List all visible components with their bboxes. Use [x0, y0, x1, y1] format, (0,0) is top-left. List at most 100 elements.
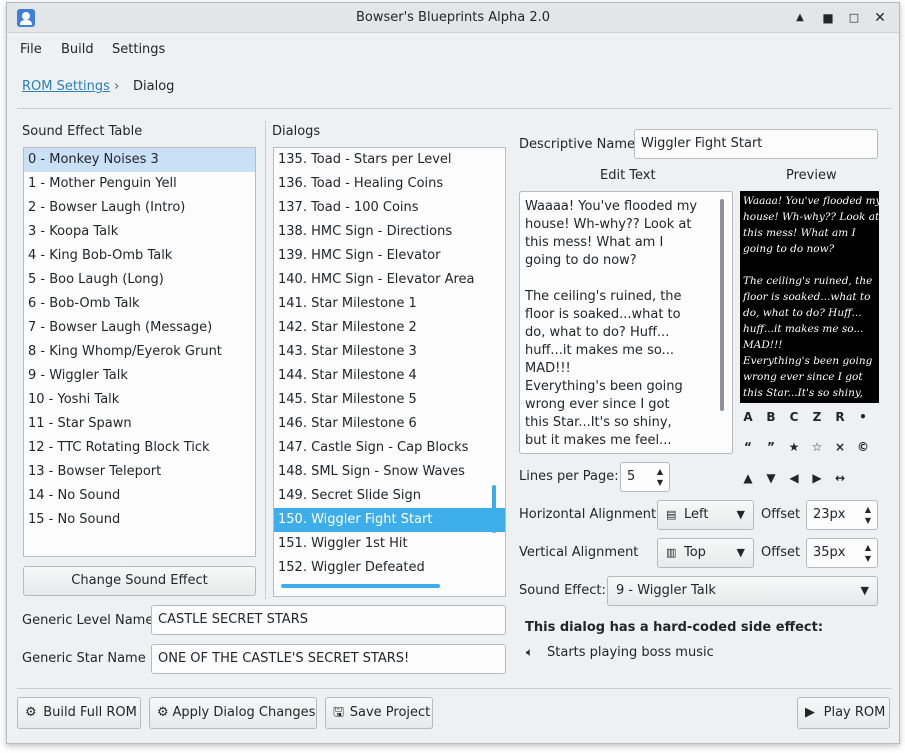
play-rom-label: Play ROM [823, 705, 886, 720]
insert-symbol-button[interactable]: © [853, 440, 873, 454]
horizontal-alignment-combo[interactable]: ▤ Left ▼ [657, 500, 754, 530]
sound-effect-list-item[interactable]: 7 - Bowser Laugh (Message) [24, 316, 255, 340]
sound-effect-list-item[interactable]: 5 - Boo Laugh (Long) [24, 268, 255, 292]
insert-symbol-button[interactable]: ” [761, 440, 781, 454]
dialog-list-item[interactable]: 145. Star Milestone 5 [274, 388, 505, 412]
insert-symbol-button[interactable]: C [784, 410, 804, 424]
generic-star-name-label: Generic Star Name [22, 651, 146, 666]
sound-effect-list-item[interactable]: 1 - Mother Penguin Yell [24, 172, 255, 196]
preview-line: huff...it makes me so... [743, 323, 864, 335]
save-project-button[interactable]: 🖫︎ Save Project [325, 697, 433, 729]
dialog-list-item[interactable]: 136. Toad - Healing Coins [274, 172, 505, 196]
sound-effect-list-item[interactable]: 0 - Monkey Noises 3 [24, 148, 255, 172]
dialog-list-item[interactable]: 147. Castle Sign - Cap Blocks [274, 436, 505, 460]
play-icon: ▶ [805, 705, 815, 720]
edit-text-area[interactable]: Waaaa! You've flooded my house! Wh-why?? … [519, 191, 733, 454]
generic-level-name-label: Generic Level Name [22, 613, 154, 628]
insert-symbol-button[interactable]: • [853, 410, 873, 424]
edit-text-label: Edit Text [600, 168, 656, 183]
restore-icon[interactable]: ■ [819, 9, 837, 27]
generic-star-name-input[interactable]: ONE OF THE CASTLE'S SECRET STARS! [151, 644, 506, 674]
spin-up-icon[interactable]: ▲ [655, 467, 665, 477]
edit-text-line: MAD!!! [525, 361, 571, 376]
insert-symbol-button[interactable]: Z [807, 410, 827, 424]
menu-file[interactable]: File [20, 42, 42, 57]
sound-effect-list-item[interactable]: 9 - Wiggler Talk [24, 364, 255, 388]
dialog-list-item[interactable]: 148. SML Sign - Snow Waves [274, 460, 505, 484]
build-full-rom-button[interactable]: ⚙ Build Full ROM [17, 697, 141, 729]
dialog-list-item[interactable]: 138. HMC Sign - Directions [274, 220, 505, 244]
v-offset-spinbox[interactable]: 35px ▲ ▼ [806, 538, 878, 568]
sound-effect-list-item[interactable]: 6 - Bob-Omb Talk [24, 292, 255, 316]
h-offset-value: 23px [813, 507, 846, 522]
dialog-list-item[interactable]: 144. Star Milestone 4 [274, 364, 505, 388]
horizontal-alignment-label: Horizontal Alignment [519, 507, 657, 522]
insert-symbol-button[interactable]: ↔ [830, 471, 850, 485]
sound-effect-combo[interactable]: 9 - Wiggler Talk ▼ [607, 576, 878, 606]
spin-down-icon[interactable]: ▼ [863, 516, 873, 526]
sound-effect-list-item[interactable]: 12 - TTC Rotating Block Tick [24, 436, 255, 460]
descriptive-name-input[interactable]: Wiggler Fight Start [634, 129, 878, 159]
insert-symbol-button[interactable]: ☆ [807, 440, 827, 454]
spin-down-icon[interactable]: ▼ [863, 554, 873, 564]
dialog-list-item[interactable]: 139. HMC Sign - Elevator [274, 244, 505, 268]
main-window: Bowser's Blueprints Alpha 2.0 ▲ ■ □ ✕ Fi… [6, 2, 900, 744]
menu-settings[interactable]: Settings [112, 42, 165, 57]
dialog-list-item[interactable]: 149. Secret Slide Sign [274, 484, 505, 508]
insert-symbol-button[interactable]: B [761, 410, 781, 424]
insert-symbol-button[interactable]: R [830, 410, 850, 424]
side-effect-heading: This dialog has a hard-coded side effect… [525, 620, 824, 635]
lines-per-page-spinbox[interactable]: 5 ▲ ▼ [620, 462, 670, 492]
dialog-list-item[interactable]: 143. Star Milestone 3 [274, 340, 505, 364]
insert-symbol-button[interactable]: ◀ [784, 471, 804, 485]
dialog-list-item[interactable]: 135. Toad - Stars per Level [274, 148, 505, 172]
maximize-icon[interactable]: □ [845, 9, 863, 27]
dialog-list-item[interactable]: 152. Wiggler Defeated [274, 556, 505, 580]
dialog-list[interactable]: 135. Toad - Stars per Level 136. Toad - H… [273, 147, 506, 597]
insert-symbol-button[interactable]: ★ [784, 440, 804, 454]
close-icon[interactable]: ✕ [871, 9, 889, 27]
sound-effect-list-item[interactable]: 14 - No Sound [24, 484, 255, 508]
sound-effect-list-item[interactable]: 3 - Koopa Talk [24, 220, 255, 244]
generic-level-name-input[interactable]: CASTLE SECRET STARS [151, 605, 506, 635]
dialog-list-item[interactable]: 137. Toad - 100 Coins [274, 196, 505, 220]
play-rom-button[interactable]: ▶ Play ROM [797, 697, 890, 729]
change-sound-effect-button[interactable]: Change Sound Effect [23, 566, 256, 596]
menu-build[interactable]: Build [61, 42, 94, 57]
sound-effect-list-item[interactable]: 10 - Yoshi Talk [24, 388, 255, 412]
splitter-handle[interactable] [265, 121, 266, 599]
dialog-list-item[interactable]: 150. Wiggler Fight Start [274, 508, 505, 532]
h-offset-spinbox[interactable]: 23px ▲ ▼ [806, 500, 878, 530]
spin-down-icon[interactable]: ▼ [655, 478, 665, 488]
edit-text-scrollbar[interactable] [720, 199, 724, 411]
dialog-list-item[interactable]: 151. Wiggler 1st Hit [274, 532, 505, 556]
sound-effect-list-item[interactable]: 13 - Bowser Teleport [24, 460, 255, 484]
gear-icon: ⚙ [157, 705, 169, 720]
sound-effect-list-item[interactable]: 15 - No Sound [24, 508, 255, 532]
apply-dialog-changes-button[interactable]: ⚙ Apply Dialog Changes [149, 697, 317, 729]
spin-up-icon[interactable]: ▲ [863, 505, 873, 515]
insert-symbol-button[interactable]: ▼ [761, 471, 781, 485]
sound-effect-list[interactable]: 0 - Monkey Noises 31 - Mother Penguin Ye… [23, 147, 256, 557]
sound-effect-list-item[interactable]: 11 - Star Spawn [24, 412, 255, 436]
insert-symbol-button[interactable]: × [830, 440, 850, 454]
minimize-icon[interactable]: ▲ [791, 9, 809, 27]
insert-symbol-button[interactable]: ▲ [738, 471, 758, 485]
menu-bar: File Build Settings [7, 34, 899, 64]
dialog-list-item[interactable]: 141. Star Milestone 1 [274, 292, 505, 316]
dialog-list-hscrollbar[interactable] [281, 584, 440, 588]
dialog-list-item[interactable]: 146. Star Milestone 6 [274, 412, 505, 436]
dialog-list-item[interactable]: 142. Star Milestone 2 [274, 316, 505, 340]
sound-effect-list-item[interactable]: 8 - King Whomp/Eyerok Grunt [24, 340, 255, 364]
dialog-list-item[interactable]: 140. HMC Sign - Elevator Area [274, 268, 505, 292]
insert-symbol-button[interactable]: ▶ [807, 471, 827, 485]
spin-up-icon[interactable]: ▲ [863, 543, 873, 553]
breadcrumb-rom-settings[interactable]: ROM Settings [22, 79, 110, 94]
insert-symbol-button[interactable]: “ [738, 440, 758, 454]
dialog-list-scrollbar[interactable] [492, 485, 496, 533]
sound-effect-list-item[interactable]: 4 - King Bob-Omb Talk [24, 244, 255, 268]
sound-effect-list-item[interactable]: 2 - Bowser Laugh (Intro) [24, 196, 255, 220]
vertical-alignment-combo[interactable]: ▥ Top ▼ [657, 538, 754, 568]
insert-symbol-button[interactable]: A [738, 410, 758, 424]
speaker-icon: 🔈︎ [526, 645, 534, 659]
